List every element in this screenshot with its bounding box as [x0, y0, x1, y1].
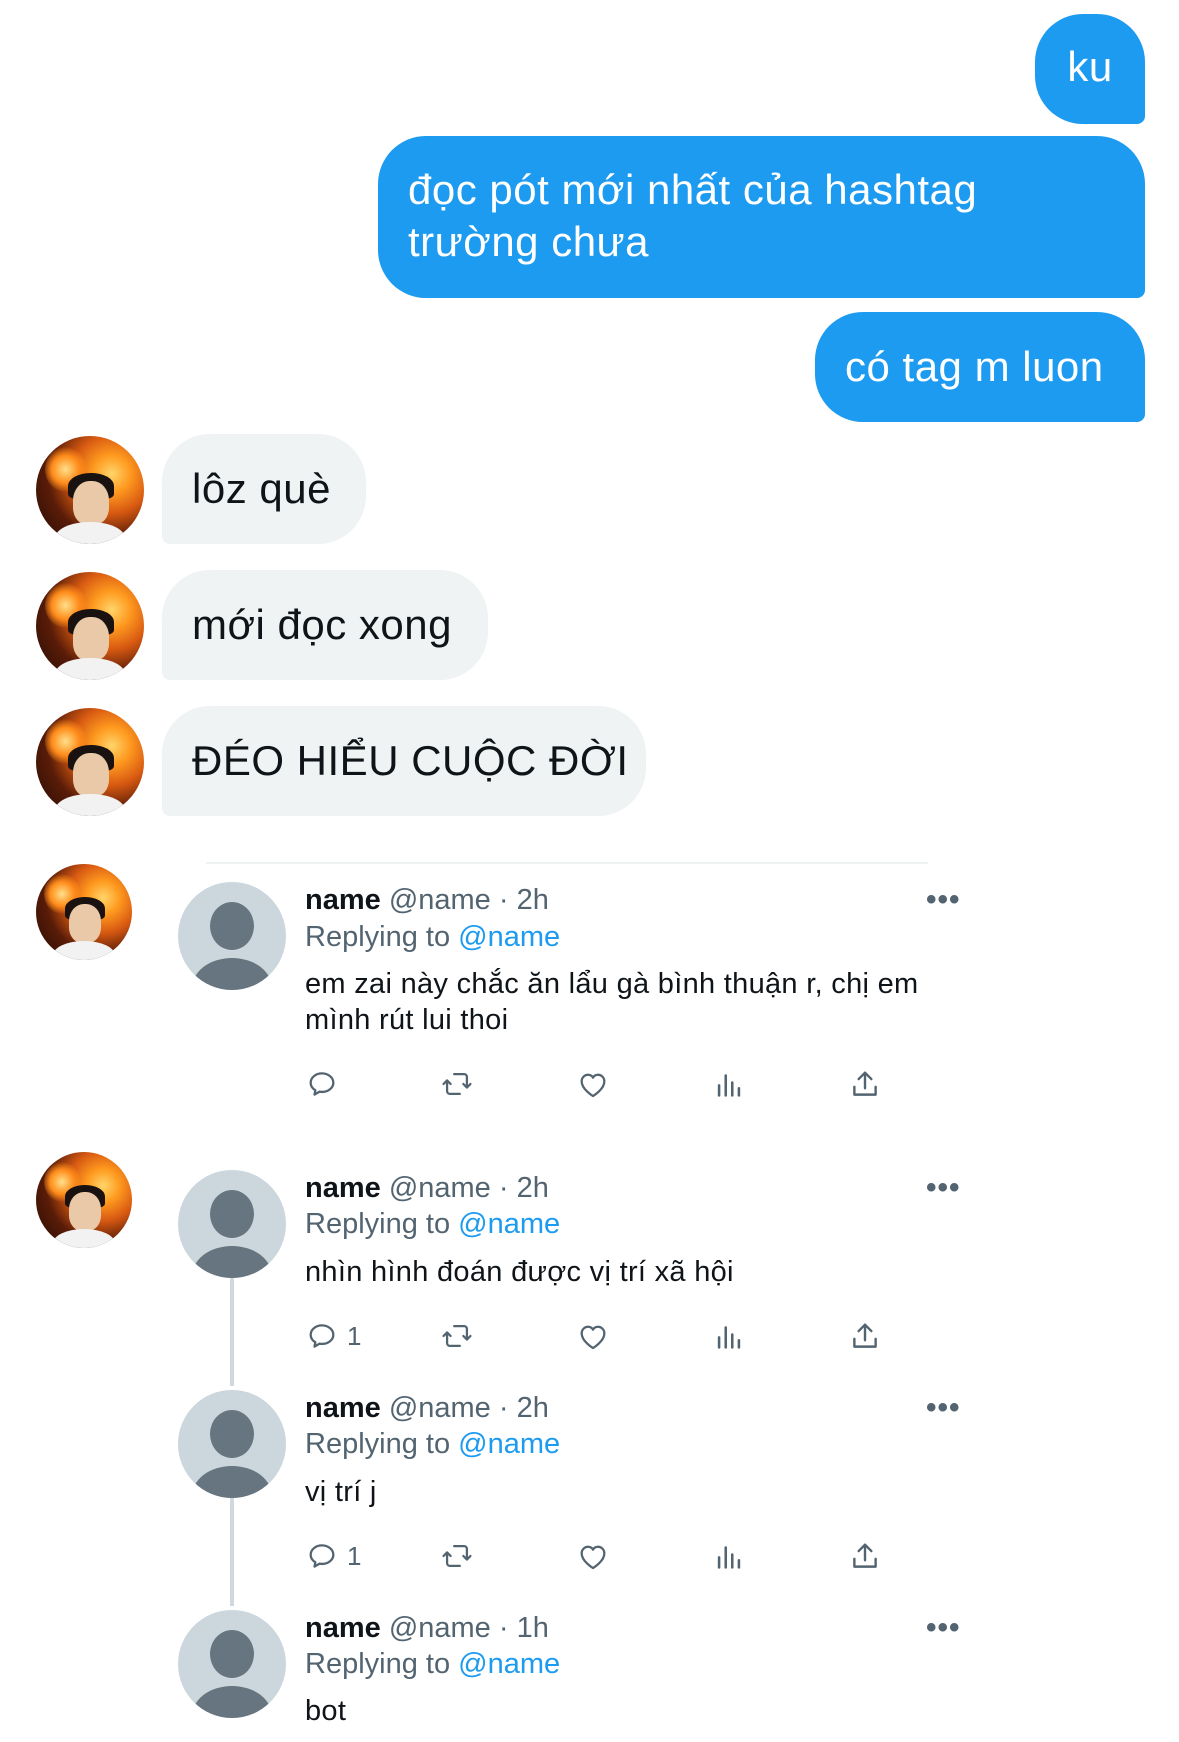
- tweet-author-handle[interactable]: @name: [389, 1172, 491, 1204]
- separator: ·: [498, 1392, 509, 1424]
- separator: ·: [498, 1612, 509, 1644]
- like-button[interactable]: [576, 1316, 610, 1356]
- retweet-icon: [442, 1072, 472, 1096]
- separator: ·: [498, 1172, 509, 1204]
- replying-to-label: Replying to: [305, 1648, 451, 1680]
- reply-icon: [309, 1324, 335, 1348]
- retweet-button[interactable]: [440, 1064, 474, 1104]
- analytics-icon: [717, 1074, 741, 1097]
- replying-to: Replying to @name: [305, 1206, 560, 1242]
- received-message[interactable]: mới đọc xong: [162, 570, 488, 680]
- separator: ·: [498, 884, 509, 916]
- reply-icon: [309, 1544, 335, 1568]
- avatar[interactable]: [36, 864, 132, 960]
- tweet-author-name[interactable]: name: [305, 884, 381, 916]
- tweet-author-name[interactable]: name: [305, 1392, 381, 1424]
- replying-to-handle[interactable]: @name: [458, 1208, 560, 1240]
- tweet-header: name @name · 2h: [305, 1390, 549, 1426]
- avatar[interactable]: [36, 436, 144, 544]
- analytics-icon: [717, 1326, 741, 1349]
- message-text: lôz què: [192, 465, 331, 512]
- avatar[interactable]: [36, 708, 144, 816]
- tweet-time: 2h: [516, 1392, 549, 1424]
- more-icon[interactable]: •••: [926, 1613, 961, 1643]
- sent-message[interactable]: có tag m luon: [815, 312, 1145, 422]
- tweet-author-handle[interactable]: @name: [389, 1612, 491, 1644]
- sent-message[interactable]: đọc pót mới nhất của hashtag trường chưa: [378, 136, 1145, 298]
- retweet-button[interactable]: [440, 1316, 474, 1356]
- reply-count: 1: [347, 1540, 362, 1571]
- thread-line: [230, 1278, 234, 1386]
- like-button[interactable]: [576, 1064, 610, 1104]
- more-icon[interactable]: •••: [926, 1173, 961, 1203]
- more-icon[interactable]: •••: [926, 1393, 961, 1423]
- tweet-author-handle[interactable]: @name: [389, 884, 491, 916]
- reply-button[interactable]: [305, 1064, 347, 1104]
- sent-message[interactable]: ku: [1035, 14, 1145, 124]
- tweet-avatar[interactable]: [178, 1170, 286, 1278]
- replying-to: Replying to @name: [305, 1426, 560, 1462]
- tweet-time: 2h: [516, 884, 549, 916]
- tweet-avatar[interactable]: [178, 882, 286, 990]
- retweet-icon: [442, 1544, 472, 1568]
- more-icon[interactable]: •••: [926, 885, 961, 915]
- tweet-text: vị trí j: [305, 1476, 377, 1508]
- like-icon: [580, 1073, 606, 1098]
- received-message[interactable]: lôz què: [162, 434, 366, 544]
- replying-to-label: Replying to: [305, 921, 451, 953]
- replying-to-label: Replying to: [305, 1428, 451, 1460]
- replying-to: Replying to @name: [305, 919, 560, 955]
- replying-to-handle[interactable]: @name: [458, 921, 560, 953]
- avatar[interactable]: [36, 1152, 132, 1248]
- reply-count: 1: [347, 1320, 362, 1351]
- reply-button[interactable]: 1: [305, 1316, 361, 1356]
- share-button[interactable]: [848, 1316, 882, 1356]
- like-button[interactable]: [576, 1536, 610, 1576]
- replying-to-handle[interactable]: @name: [458, 1648, 560, 1680]
- replying-to: Replying to @name: [305, 1646, 560, 1682]
- reply-icon: [309, 1072, 335, 1096]
- analytics-button[interactable]: [712, 1316, 746, 1356]
- tweet-author-name[interactable]: name: [305, 1612, 381, 1644]
- like-icon: [580, 1545, 606, 1570]
- message-text: ĐÉO HIỂU CUỘC ĐỜI: [192, 737, 629, 784]
- divider: [206, 862, 928, 864]
- share-button[interactable]: [848, 1536, 882, 1576]
- tweet-time: 1h: [516, 1612, 549, 1644]
- share-icon: [853, 1071, 877, 1096]
- reply-button[interactable]: 1: [305, 1536, 361, 1576]
- tweet-avatar[interactable]: [178, 1610, 286, 1718]
- replying-to-label: Replying to: [305, 1208, 451, 1240]
- tweet-author-name[interactable]: name: [305, 1172, 381, 1204]
- share-icon: [853, 1323, 877, 1348]
- tweet-text: nhìn hình đoán được vị trí xã hội: [305, 1256, 734, 1288]
- like-icon: [580, 1325, 606, 1350]
- tweet-header: name @name · 1h: [305, 1610, 549, 1646]
- share-icon: [853, 1543, 877, 1568]
- tweet-header: name @name · 2h: [305, 882, 549, 918]
- tweet-text: bot: [305, 1695, 347, 1727]
- message-text: có tag m luon: [845, 343, 1104, 390]
- message-text: mới đọc xong: [192, 601, 452, 648]
- tweet-time: 2h: [516, 1172, 549, 1204]
- retweet-button[interactable]: [440, 1536, 474, 1576]
- analytics-button[interactable]: [712, 1536, 746, 1576]
- tweet-avatar[interactable]: [178, 1390, 286, 1498]
- tweet-text: em zai này chắc ăn lẩu gà bình thuận r, …: [305, 968, 919, 1036]
- tweet-header: name @name · 2h: [305, 1170, 549, 1206]
- thread-line: [230, 1498, 234, 1606]
- analytics-icon: [717, 1546, 741, 1569]
- received-message[interactable]: ĐÉO HIỂU CUỘC ĐỜI: [162, 706, 646, 816]
- share-button[interactable]: [848, 1064, 882, 1104]
- replying-to-handle[interactable]: @name: [458, 1428, 560, 1460]
- retweet-icon: [442, 1324, 472, 1348]
- avatar[interactable]: [36, 572, 144, 680]
- message-text: ku: [1067, 43, 1113, 90]
- message-text: đọc pót mới nhất của hashtag trường chưa: [408, 166, 978, 265]
- tweet-author-handle[interactable]: @name: [389, 1392, 491, 1424]
- analytics-button[interactable]: [712, 1064, 746, 1104]
